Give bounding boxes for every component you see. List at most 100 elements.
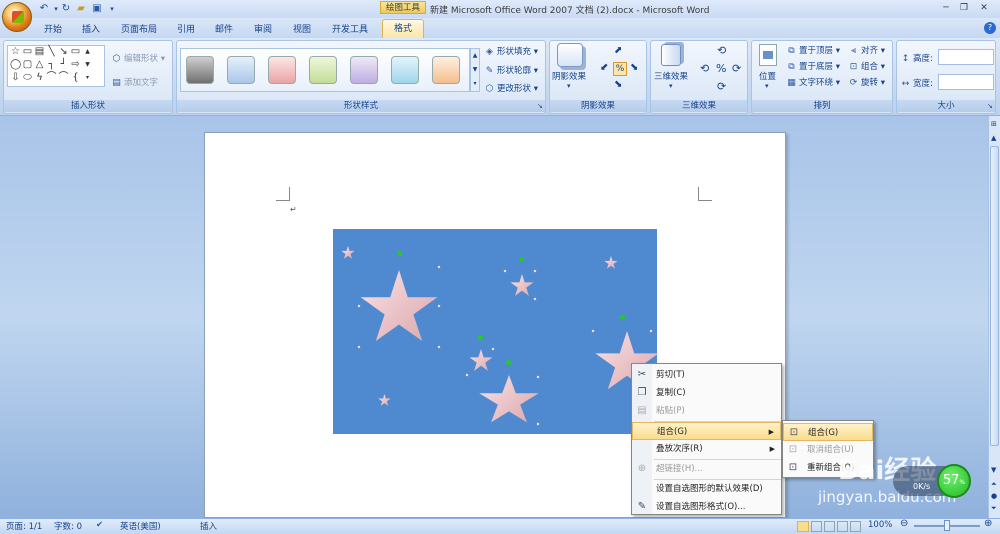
menu-item-paste[interactable]: ▤ 粘贴(P) — [632, 402, 781, 420]
style-swatch-green[interactable] — [309, 56, 337, 84]
align-button[interactable]: ⫷ 对齐 ▾ — [848, 44, 885, 57]
menu-item-copy[interactable]: ❐ 复制(C) — [632, 384, 781, 402]
shapes-gallery[interactable]: ☆ ▭ ▤ ╲ ↘ ▭ ▲ ◯ ▢ △ ┐ ┘ ⇨ ▼ ⇩ ⬭ ϟ ⌒ ⌒ { … — [7, 45, 105, 87]
size-dialog-launcher-icon[interactable]: ↘ — [987, 102, 993, 110]
status-insert-mode[interactable]: 插入 — [200, 520, 217, 532]
view-reading-icon[interactable] — [811, 521, 822, 532]
rotate-button[interactable]: ⟳ 旋转 ▾ — [848, 76, 885, 89]
text-wrap-button[interactable]: ▦ 文字环绕 ▾ — [786, 76, 840, 89]
shadow-dropdown-icon[interactable]: ▾ — [567, 82, 571, 90]
gallery-down-icon[interactable]: ▼ — [82, 60, 93, 70]
down-arrow-shape-icon[interactable]: ⇩ — [10, 73, 21, 83]
tilt-down-icon[interactable]: ⟳ — [717, 80, 726, 93]
star-shape-icon[interactable]: ☆ — [10, 47, 21, 57]
help-icon[interactable]: ? — [984, 22, 996, 34]
spelling-check-icon[interactable]: ✔ — [96, 520, 103, 530]
send-to-back-button[interactable]: ⧉ 置于底层 ▾ — [786, 60, 840, 73]
shadow-toggle-icon[interactable]: % — [613, 62, 627, 76]
flowchart-shape-icon[interactable]: ⬭ — [22, 73, 33, 83]
tab-home[interactable]: 开始 — [44, 22, 62, 38]
menu-item-hyperlink[interactable]: ⊕ 超链接(H)... — [632, 460, 781, 478]
style-swatch-red[interactable] — [268, 56, 296, 84]
scroll-down-icon[interactable]: ▼ — [991, 466, 996, 474]
resize-handle[interactable] — [503, 269, 507, 273]
open-icon[interactable]: ▰ — [75, 3, 87, 15]
tab-format[interactable]: 格式 — [382, 19, 424, 38]
curve-shape-icon[interactable]: ⌒ — [46, 73, 57, 83]
rotation-handle[interactable] — [506, 360, 511, 365]
tilt-left-icon[interactable]: ⟲ — [700, 62, 709, 75]
restore-icon[interactable]: ❐ — [956, 2, 972, 14]
bring-to-front-button[interactable]: ⧉ 置于顶层 ▾ — [786, 44, 840, 57]
style-swatch-gray[interactable] — [186, 56, 214, 84]
right-arrow-shape-icon[interactable]: ⇨ — [70, 60, 81, 70]
arrow-line-shape-icon[interactable]: ↘ — [58, 47, 69, 57]
resize-handle[interactable] — [533, 269, 537, 273]
rotation-handle[interactable] — [519, 257, 524, 262]
resize-handle[interactable] — [437, 304, 441, 308]
menu-item-order[interactable]: 叠放次序(R) ▶ — [632, 440, 781, 458]
scroll-up-icon[interactable]: ▲ — [991, 134, 996, 142]
elbow-arrow-shape-icon[interactable]: ┘ — [58, 60, 69, 70]
resize-handle[interactable] — [357, 304, 361, 308]
style-swatch-aqua[interactable] — [391, 56, 419, 84]
tab-references[interactable]: 引用 — [177, 22, 195, 38]
star-shape[interactable] — [479, 375, 539, 423]
zoom-in-icon[interactable]: ⊕ — [984, 518, 992, 529]
gallery-up-icon[interactable]: ▲ — [82, 47, 93, 57]
position-button[interactable]: 位置 — [759, 70, 776, 82]
elbow-connector-shape-icon[interactable]: ┐ — [46, 60, 57, 70]
edit-shape-button[interactable]: ⬡ 编辑形状 ▾ — [111, 52, 165, 65]
3d-effects-button[interactable]: 三维效果 — [654, 70, 688, 82]
submenu-item-group[interactable]: ⊡ 组合(G) — [783, 423, 873, 441]
view-draft-icon[interactable] — [850, 521, 861, 532]
resize-handle[interactable] — [357, 345, 361, 349]
position-icon[interactable] — [759, 44, 777, 66]
style-swatch-purple[interactable] — [350, 56, 378, 84]
resize-handle[interactable] — [591, 329, 595, 333]
status-language[interactable]: 英语(美国) — [120, 520, 161, 532]
view-web-icon[interactable] — [824, 521, 835, 532]
tab-view[interactable]: 视图 — [293, 22, 311, 38]
resize-handle[interactable] — [536, 375, 540, 379]
nudge-shadow-right-icon[interactable]: ⬊ — [630, 62, 638, 73]
lightning-shape-icon[interactable]: ϟ — [34, 73, 45, 83]
position-dropdown-icon[interactable]: ▾ — [765, 82, 769, 90]
resize-handle[interactable] — [437, 345, 441, 349]
height-input[interactable] — [938, 49, 994, 65]
customize-qat-icon[interactable]: ▾ — [106, 3, 118, 15]
view-outline-icon[interactable] — [837, 521, 848, 532]
textbox-shape-icon[interactable]: ▤ — [34, 47, 45, 57]
oval-shape-icon[interactable]: ◯ — [10, 60, 21, 70]
browse-object-icon[interactable]: ● — [991, 492, 997, 500]
tilt-right-icon[interactable]: ⟳ — [732, 62, 741, 75]
rectangle-shape-icon[interactable]: ▭ — [70, 47, 81, 57]
minimize-icon[interactable]: ─ — [938, 2, 954, 14]
style-swatch-blue[interactable] — [227, 56, 255, 84]
menu-item-group[interactable]: 组合(G) ▶ — [632, 422, 781, 440]
star-shape[interactable] — [469, 349, 493, 371]
picture-shape-icon[interactable]: ▭ — [22, 47, 33, 57]
styles-gallery-scroll[interactable]: ▲ ▼ ▾ — [470, 48, 480, 92]
star-shape[interactable] — [360, 270, 438, 341]
3d-dropdown-icon[interactable]: ▾ — [669, 82, 673, 90]
status-page[interactable]: 页面: 1/1 — [6, 520, 42, 532]
nudge-shadow-down-icon[interactable]: ⬊ — [614, 79, 622, 90]
3d-effects-icon[interactable] — [661, 44, 681, 66]
tilt-up-icon[interactable]: ⟲ — [717, 44, 726, 57]
tab-insert[interactable]: 插入 — [82, 22, 100, 38]
change-shape-button[interactable]: ⬡ 更改形状 ▾ — [484, 82, 538, 95]
triangle-shape-icon[interactable]: △ — [34, 60, 45, 70]
ruler-toggle-icon[interactable]: ⊞ — [991, 120, 997, 128]
view-print-layout-icon[interactable] — [797, 521, 809, 532]
rotation-handle[interactable] — [397, 251, 402, 256]
star-shape[interactable] — [510, 274, 534, 296]
office-button[interactable] — [2, 2, 32, 32]
next-page-icon[interactable]: ⏷ — [991, 504, 997, 513]
zoom-out-icon[interactable]: ⊖ — [900, 518, 908, 529]
tab-review[interactable]: 审阅 — [254, 22, 272, 38]
resize-handle[interactable] — [649, 329, 653, 333]
resize-handle[interactable] — [491, 347, 495, 351]
resize-handle[interactable] — [533, 297, 537, 301]
star-shape[interactable] — [378, 394, 391, 406]
